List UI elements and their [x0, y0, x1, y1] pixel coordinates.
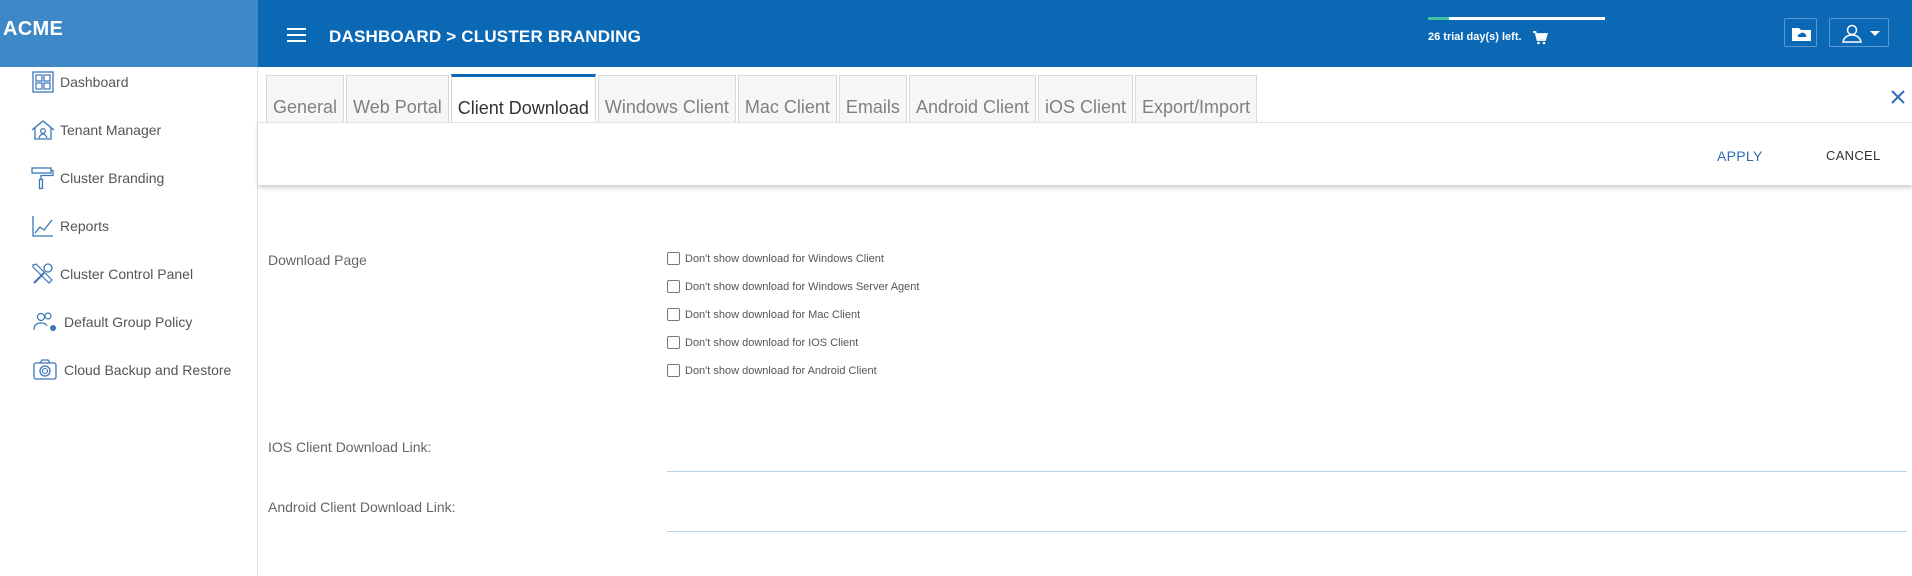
breadcrumb: DASHBOARD > CLUSTER BRANDING [329, 27, 642, 46]
sidebar-item-default-group-policy[interactable]: Default Group Policy [30, 308, 192, 336]
sidebar-item-tenant-manager[interactable]: Tenant Manager [30, 116, 161, 144]
checkbox-row: Don't show download for IOS Client [667, 336, 858, 349]
action-bar [258, 122, 1912, 185]
tab-web-portal[interactable]: Web Portal [346, 75, 449, 122]
sidebar-item-cloud-backup-restore[interactable]: Cloud Backup and Restore [30, 356, 231, 384]
sidebar-item-reports[interactable]: Reports [30, 212, 109, 240]
cart-icon[interactable] [1532, 30, 1548, 46]
sidebar-item-label: Cluster Branding [60, 170, 165, 186]
apply-button[interactable]: APPLY [1717, 148, 1763, 164]
sidebar-item-dashboard[interactable]: Dashboard [30, 68, 129, 96]
checkbox-label: Don't show download for Android Client [685, 364, 877, 377]
tab-mac-client[interactable]: Mac Client [737, 75, 837, 122]
ios-link-label: IOS Client Download Link: [268, 439, 432, 455]
tab-export-import[interactable]: Export/Import [1135, 75, 1258, 122]
checkbox-label: Don't show download for IOS Client [685, 336, 859, 349]
top-bar: ACME DASHBOARD > CLUSTER BRANDING 26 tri… [0, 0, 1912, 67]
tab-ios-client[interactable]: iOS Client [1038, 75, 1134, 122]
tab-emails[interactable]: Emails [838, 75, 907, 122]
ios-download-link-input[interactable] [667, 444, 1907, 472]
checkbox-row: Don't show download for Windows Client [667, 252, 884, 265]
sidebar-item-label: Dashboard [60, 74, 129, 90]
sidebar-item-label: Tenant Manager [60, 122, 162, 138]
sidebar: Dashboard Tenant Manager Cluster Brandin… [0, 67, 258, 576]
cloud-folder-button[interactable] [1784, 18, 1817, 47]
sidebar-item-label: Cluster Control Panel [60, 266, 194, 282]
checkbox-hide-android-client[interactable] [667, 364, 680, 377]
tab-android-client[interactable]: Android Client [908, 75, 1036, 122]
folder-cloud-icon [1792, 28, 1811, 41]
sidebar-item-label: Cloud Backup and Restore [64, 362, 232, 378]
checkbox-row: Don't show download for Mac Client [667, 308, 860, 321]
tenant-house-icon [31, 120, 55, 140]
tab-client-download[interactable]: Client Download [450, 74, 596, 123]
checkbox-label: Don't show download for Windows Client [685, 252, 884, 265]
tools-icon [32, 263, 53, 284]
tab-general[interactable]: General [266, 75, 345, 122]
checkbox-hide-ios-client[interactable] [667, 336, 680, 349]
checkbox-hide-windows-server-agent[interactable] [667, 280, 680, 293]
checkbox-label: Don't show download for Mac Client [685, 308, 861, 321]
tab-bar: General Web Portal Client Download Windo… [266, 74, 1259, 123]
checkbox-row: Don't show download for Android Client [667, 364, 877, 377]
sidebar-item-cluster-branding[interactable]: Cluster Branding [30, 164, 164, 192]
menu-icon[interactable] [287, 28, 306, 44]
trial-progress-bar [1428, 17, 1605, 20]
checkbox-hide-mac-client[interactable] [667, 308, 680, 321]
sidebar-item-label: Reports [60, 218, 110, 234]
android-link-label: Android Client Download Link: [268, 499, 456, 515]
checkbox-label: Don't show download for Windows Server A… [685, 280, 920, 293]
tab-windows-client[interactable]: Windows Client [597, 75, 736, 122]
users-gear-icon [33, 312, 56, 331]
sidebar-item-cluster-control-panel[interactable]: Cluster Control Panel [30, 260, 193, 288]
brand-logo: ACME [0, 0, 258, 67]
chart-icon [32, 216, 53, 237]
sidebar-item-label: Default Group Policy [64, 314, 193, 330]
dashboard-icon [32, 71, 54, 93]
user-menu-button[interactable] [1829, 18, 1889, 47]
download-page-label: Download Page [268, 252, 367, 268]
user-icon [1842, 24, 1880, 43]
android-download-link-input[interactable] [667, 504, 1907, 532]
paint-roller-icon [31, 167, 54, 190]
close-icon[interactable] [1887, 86, 1909, 108]
checkbox-hide-windows-client[interactable] [667, 252, 680, 265]
checkbox-row: Don't show download for Windows Server A… [667, 280, 919, 293]
cancel-button[interactable]: CANCEL [1826, 148, 1881, 163]
trial-status-text: 26 trial day(s) left. [1428, 31, 1522, 43]
camera-icon [33, 359, 57, 380]
